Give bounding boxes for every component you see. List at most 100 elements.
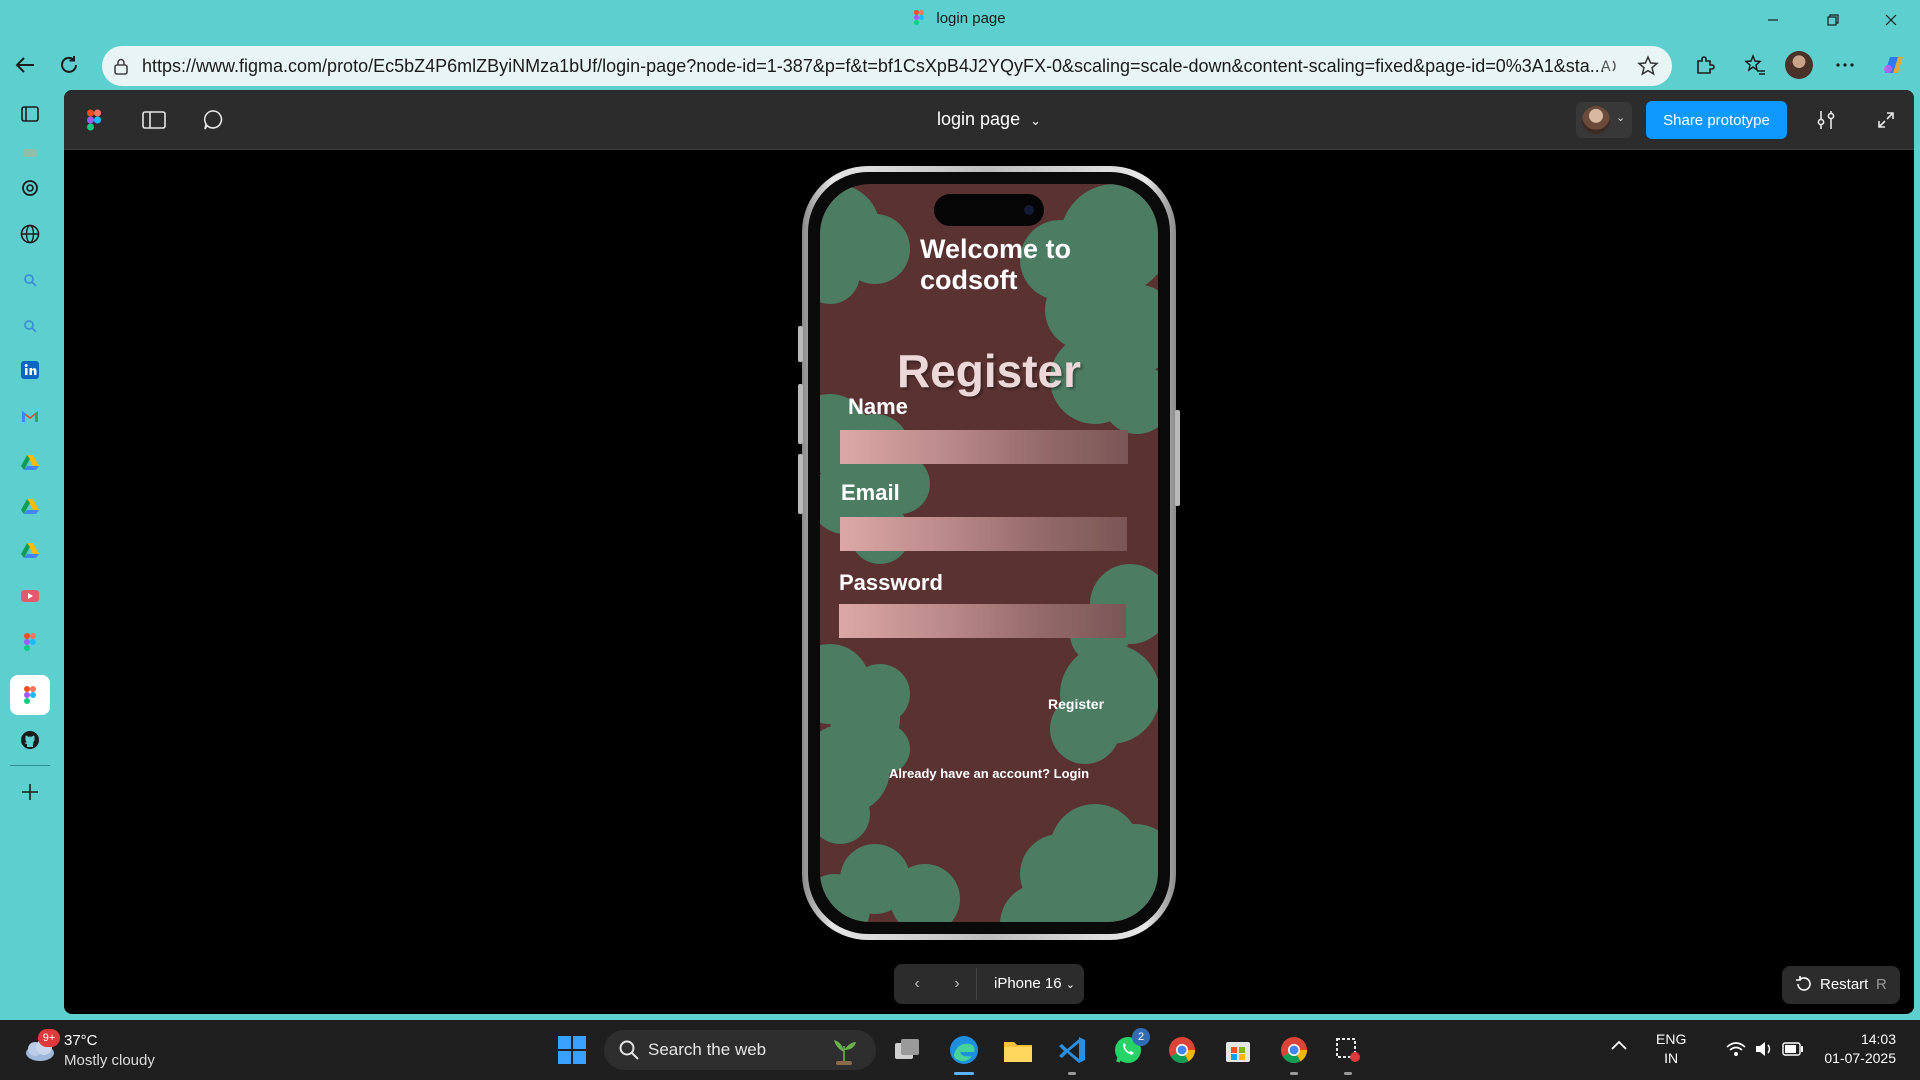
read-aloud-button[interactable]: A (1598, 54, 1622, 78)
figma-logo-icon (914, 10, 925, 25)
chevron-left-icon: ‹ (914, 975, 920, 992)
back-button[interactable] (8, 48, 42, 82)
snipping-tool-app[interactable] (1328, 1030, 1368, 1070)
name-label: Name (848, 394, 908, 419)
tabs-icon (21, 106, 39, 122)
email-input[interactable] (840, 517, 1127, 551)
url-text[interactable]: https://www.figma.com/proto/Ec5bZ4P6mlZB… (142, 56, 1612, 77)
device-selector[interactable]: iPhone 16 ⌄ (994, 975, 1075, 992)
github-icon (21, 731, 39, 749)
weather-widget[interactable]: 9+ 37°C Mostly cloudy (18, 1029, 198, 1073)
edge-sidebar (0, 88, 62, 1018)
windows-logo-icon (558, 1036, 586, 1064)
refresh-button[interactable] (52, 48, 86, 82)
favorites-button[interactable] (1740, 50, 1770, 80)
next-frame-button[interactable]: › (942, 970, 972, 998)
globe-icon (20, 224, 40, 244)
sidebar-drive-1[interactable] (16, 448, 44, 476)
plant-icon (834, 1040, 856, 1065)
sidebar-app-1[interactable] (16, 138, 44, 166)
edge-taskbar-app[interactable] (944, 1030, 984, 1070)
device-name: iPhone 16 (994, 975, 1062, 992)
microsoft-store-app[interactable] (1218, 1030, 1258, 1070)
show-hidden-icons-button[interactable] (1610, 1038, 1628, 1057)
restart-label: Restart (1820, 976, 1869, 993)
clock[interactable]: 14:03 01-07-2025 (1824, 1030, 1896, 1068)
file-explorer-app[interactable] (998, 1030, 1038, 1070)
address-bar[interactable]: https://www.figma.com/proto/Ec5bZ4P6mlZB… (102, 46, 1672, 86)
previous-frame-button[interactable]: ‹ (902, 970, 932, 998)
settings-more-button[interactable] (1830, 50, 1860, 80)
phone-power-button (1175, 410, 1180, 506)
running-app-indicator (1290, 1072, 1298, 1075)
register-button[interactable]: Register (1048, 696, 1104, 712)
site-info-icon[interactable] (112, 57, 130, 75)
vscode-app[interactable] (1052, 1030, 1092, 1070)
file-title-dropdown[interactable]: login page ⌄ (64, 109, 1914, 130)
search-icon (619, 1040, 639, 1060)
sliders-icon (1817, 111, 1835, 129)
phone-volume-down (798, 454, 803, 514)
youtube-icon (21, 590, 39, 602)
dynamic-island (934, 194, 1044, 226)
whatsapp-app[interactable]: 2 (1108, 1028, 1150, 1070)
window-title: login page (0, 10, 1920, 27)
copilot-button[interactable] (1878, 50, 1908, 80)
taskbar-search[interactable]: Search the web (604, 1030, 876, 1070)
language-code: ENG (1656, 1031, 1687, 1047)
extensions-button[interactable] (1690, 50, 1720, 80)
favorite-button[interactable] (1636, 54, 1660, 78)
prototype-settings-button[interactable] (1810, 104, 1842, 136)
wifi-icon (1726, 1042, 1746, 1056)
sidebar-github[interactable] (16, 726, 44, 754)
window-title-bar: login page (0, 0, 1920, 40)
sidebar-figma[interactable] (16, 628, 44, 656)
minimize-button[interactable] (1758, 6, 1788, 34)
task-view-button[interactable] (888, 1030, 928, 1070)
google-drive-icon (21, 499, 39, 514)
minimize-icon (1768, 19, 1778, 21)
close-button[interactable] (1876, 6, 1906, 34)
search-icon (24, 274, 37, 287)
password-input[interactable] (839, 604, 1126, 638)
sidebar-search-1[interactable] (16, 266, 44, 294)
prototype-navigation: ‹ › iPhone 16 ⌄ (894, 964, 1084, 1004)
sidebar-youtube[interactable] (16, 582, 44, 610)
sidebar-add-button[interactable] (16, 778, 44, 806)
tab-actions-button[interactable] (16, 100, 44, 128)
chrome-app-1[interactable] (1162, 1030, 1202, 1070)
sidebar-figma-active[interactable] (10, 675, 50, 715)
quick-settings[interactable] (1726, 1038, 1806, 1062)
sidebar-drive-2[interactable] (16, 492, 44, 520)
weather-alert-badge: 9+ (38, 1029, 60, 1047)
profile-button[interactable] (1784, 50, 1814, 80)
email-label: Email (841, 480, 900, 505)
folder-icon (1004, 1042, 1032, 1062)
fullscreen-button[interactable] (1870, 104, 1902, 136)
sidebar-drive-3[interactable] (16, 536, 44, 564)
share-prototype-button[interactable]: Share prototype (1646, 101, 1787, 139)
start-button[interactable] (552, 1030, 592, 1070)
snipping-tool-icon (1336, 1038, 1360, 1062)
sidebar-web[interactable] (16, 220, 44, 248)
figma-icon (24, 633, 36, 651)
name-input[interactable] (840, 430, 1128, 464)
vscode-icon (1059, 1037, 1085, 1063)
file-title: login page (937, 109, 1021, 129)
restart-button[interactable]: Restart R (1782, 966, 1900, 1004)
sidebar-chatgpt[interactable] (16, 174, 44, 202)
battery-icon (1782, 1042, 1803, 1056)
refresh-icon (61, 56, 77, 73)
sidebar-gmail[interactable] (16, 402, 44, 430)
login-link[interactable]: Already have an account? Login (820, 766, 1158, 781)
sidebar-linkedin[interactable] (16, 356, 44, 384)
restart-shortcut: R (1876, 976, 1887, 993)
running-app-indicator (1344, 1072, 1352, 1075)
chevron-down-icon: ⌄ (1616, 112, 1626, 124)
language-indicator[interactable]: ENG IN (1656, 1030, 1686, 1068)
copilot-icon (1884, 57, 1903, 73)
restore-button[interactable] (1818, 6, 1848, 34)
user-avatar-menu[interactable]: ⌄ (1576, 102, 1632, 138)
sidebar-search-2[interactable] (16, 312, 44, 340)
chrome-app-2[interactable] (1274, 1030, 1314, 1070)
